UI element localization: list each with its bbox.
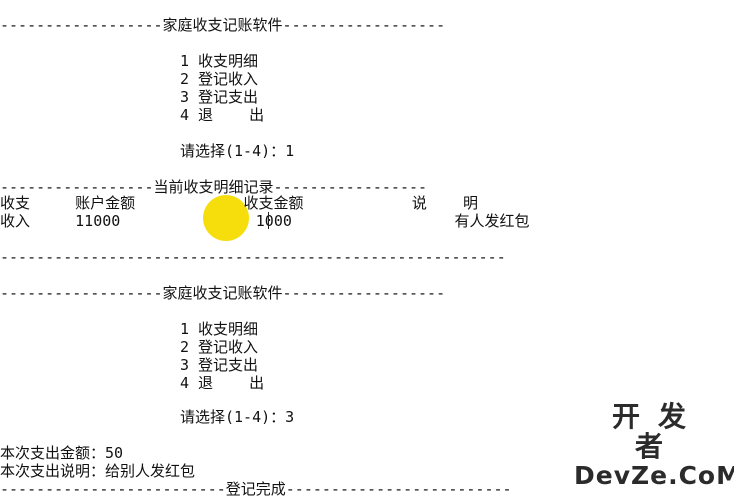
text-caret <box>268 212 269 229</box>
menu-prompt-second: 请选择(1-4)：3 <box>180 408 295 426</box>
expense-done: -------------------------登记完成-----------… <box>0 480 512 498</box>
menu-item-exit: 4 退 出 <box>180 106 265 124</box>
menu-prompt: 请选择(1-4)：1 <box>180 142 295 160</box>
menu-header: ------------------家庭收支记账软件--------------… <box>0 16 446 34</box>
menu-item-income-second: 2 登记收入 <box>180 338 259 356</box>
menu-item-income: 2 登记收入 <box>180 70 259 88</box>
details-row: 收入 11000 1000 有人发红包 <box>0 212 530 230</box>
expense-note: 本次支出说明：给别人发红包 <box>0 462 196 480</box>
watermark-bottom-text: DevZe.CoM <box>574 461 734 490</box>
details-columns: 收支 账户金额 收支金额 说 明 <box>0 194 479 212</box>
devze-watermark: 开发者 DevZe.CoM <box>574 400 734 490</box>
menu-item-details-second: 1 收支明细 <box>180 320 259 338</box>
menu-item-exit-second: 4 退 出 <box>180 374 265 392</box>
watermark-top-text: 开发者 <box>611 400 704 463</box>
menu-item-expense-second: 3 登记支出 <box>180 356 259 374</box>
details-footer: ----------------------------------------… <box>0 248 506 266</box>
menu-item-expense: 3 登记支出 <box>180 88 259 106</box>
menu-header-second: ------------------家庭收支记账软件--------------… <box>0 284 446 302</box>
expense-amount: 本次支出金额：50 <box>0 444 124 462</box>
menu-item-details: 1 收支明细 <box>180 52 259 70</box>
